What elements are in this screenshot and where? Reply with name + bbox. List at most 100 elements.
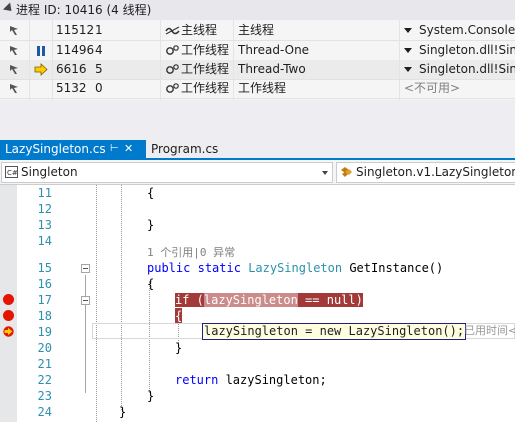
breakpoint-icon[interactable] [3, 294, 14, 305]
class-icon [341, 167, 352, 177]
thread-location[interactable]: System.Console.d [404, 21, 515, 40]
thread-name: Thread-One [238, 43, 310, 57]
code-line: 20 } [0, 340, 515, 356]
csharp-project-icon: C# [5, 166, 18, 178]
code-line: 11 { [0, 185, 515, 201]
thread-row[interactable]: 6616 5 工作线程 Thread-Two Singleton.dll!Sin… [0, 60, 515, 80]
instruction-pointer-icon[interactable] [2, 326, 15, 337]
codelens-references[interactable]: 1 个引用|0 异常 [147, 246, 235, 260]
column-divider [52, 20, 53, 100]
code-text: } [119, 405, 127, 419]
flag-icon[interactable] [8, 64, 20, 75]
managed-id: 1 [95, 23, 103, 37]
thread-row[interactable]: 11496 4 工作线程 Thread-One Singleton.dll!Si… [0, 41, 515, 61]
close-icon[interactable]: ✕ [124, 140, 133, 158]
thread-location[interactable]: Singleton.dll!Singl [404, 41, 515, 60]
column-divider [160, 20, 161, 100]
managed-id: 0 [95, 81, 103, 95]
code-text: } [147, 218, 155, 232]
thread-location: <不可用> [404, 81, 461, 95]
thread-name: Thread-Two [238, 62, 306, 76]
worker-thread-icon [166, 45, 179, 55]
perf-tip: 已用时间< [464, 324, 515, 337]
current-statement: lazySingleton = new LazySingleton(); [202, 323, 467, 340]
worker-thread-icon [166, 83, 179, 93]
chevron-down-icon[interactable] [404, 67, 412, 72]
document-tab-strip: LazySingleton.cs ⊢ ✕ Program.cs [0, 128, 515, 160]
code-line: 22 return lazySingleton; [0, 372, 515, 388]
collapse-region-icon[interactable] [81, 264, 90, 273]
column-divider [29, 20, 30, 100]
column-divider [233, 20, 234, 100]
line-number: 18 [37, 309, 52, 323]
managed-id: 4 [95, 43, 103, 57]
code-text: public static LazySingleton GetInstance(… [147, 261, 444, 275]
main-thread-icon [165, 26, 180, 35]
code-text: return lazySingleton; [175, 373, 327, 387]
code-line: 17 if (lazySingleton == null) [0, 292, 515, 308]
svg-text:C#: C# [7, 169, 18, 177]
code-text: if (lazySingleton == null) [175, 292, 363, 308]
collapse-region-icon[interactable] [81, 296, 90, 305]
breakpoint-icon[interactable] [3, 310, 14, 321]
thread-row[interactable]: 11512 1 主线程 主线程 System.Console.d [0, 21, 515, 41]
line-number: 24 [37, 405, 52, 419]
tab-program-cs[interactable]: Program.cs [146, 140, 223, 158]
column-divider [399, 20, 400, 100]
line-number: 11 [37, 186, 52, 200]
flag-icon[interactable] [8, 83, 20, 94]
line-number: 23 [37, 389, 52, 403]
line-number: 21 [37, 357, 52, 371]
process-group-header[interactable]: 进程 ID: 10416 (4 线程) [0, 0, 515, 20]
line-number: 16 [37, 277, 52, 291]
code-line: 24 } [0, 404, 515, 420]
thread-location[interactable]: Singleton.dll!Singl [404, 60, 515, 79]
thread-id: 6616 [56, 62, 87, 76]
line-number: 13 [37, 218, 52, 232]
thread-id: 11512 [56, 23, 95, 37]
navigation-bar: C# Singleton Singleton.v1.LazySingleton [0, 160, 515, 185]
line-number: 20 [37, 341, 52, 355]
code-text: } [175, 341, 183, 355]
code-line: 18 { [0, 308, 515, 324]
thread-name: 主线程 [238, 23, 275, 37]
codelens-line: 1 个引用|0 异常 [0, 246, 515, 260]
code-line: 21 [0, 356, 515, 372]
thread-name: 工作线程 [238, 81, 287, 95]
pause-icon [37, 46, 45, 56]
thread-row[interactable]: 5132 0 工作线程 工作线程 <不可用> [0, 79, 515, 99]
flag-icon[interactable] [8, 25, 20, 36]
pin-icon[interactable]: ⊢ [110, 140, 119, 158]
code-text: { [175, 308, 183, 324]
flag-icon[interactable] [8, 45, 20, 56]
code-text: { [147, 186, 155, 200]
project-dropdown[interactable]: C# Singleton [1, 162, 333, 183]
code-editor[interactable]: 11 { 12 13 } 14 1 个引用|0 异常 15 public sta… [0, 185, 515, 422]
managed-id: 5 [95, 62, 103, 76]
tab-lazysingleton-cs[interactable]: LazySingleton.cs ⊢ ✕ [0, 140, 146, 158]
line-number: 12 [37, 202, 52, 216]
thread-id: 11496 [56, 43, 95, 57]
tab-label: Program.cs [151, 142, 219, 156]
chevron-down-icon[interactable] [322, 171, 328, 175]
code-line: 12 [0, 201, 515, 217]
tab-label: LazySingleton.cs [5, 142, 106, 156]
code-text: { [147, 277, 155, 291]
line-number: 17 [37, 293, 52, 307]
type-dropdown[interactable]: Singleton.v1.LazySingleton [336, 162, 515, 183]
process-label: 进程 ID: 10416 (4 线程) [16, 3, 152, 17]
worker-thread-icon [166, 64, 179, 74]
chevron-down-icon[interactable] [404, 48, 412, 53]
code-line: 23 } [0, 388, 515, 404]
thread-id: 5132 [56, 81, 87, 95]
line-number: 22 [37, 373, 52, 387]
code-line: 16 { [0, 276, 515, 292]
code-line: 13 } [0, 217, 515, 233]
chevron-down-icon[interactable] [404, 28, 412, 33]
code-line: 15 public static LazySingleton GetInstan… [0, 260, 515, 276]
current-thread-arrow-icon [34, 63, 48, 76]
collapse-arrow-icon[interactable] [2, 2, 16, 15]
line-number: 19 [37, 325, 52, 339]
breakpoint-highlight: if (lazySingleton == null) [175, 293, 363, 307]
line-number: 15 [37, 261, 52, 275]
